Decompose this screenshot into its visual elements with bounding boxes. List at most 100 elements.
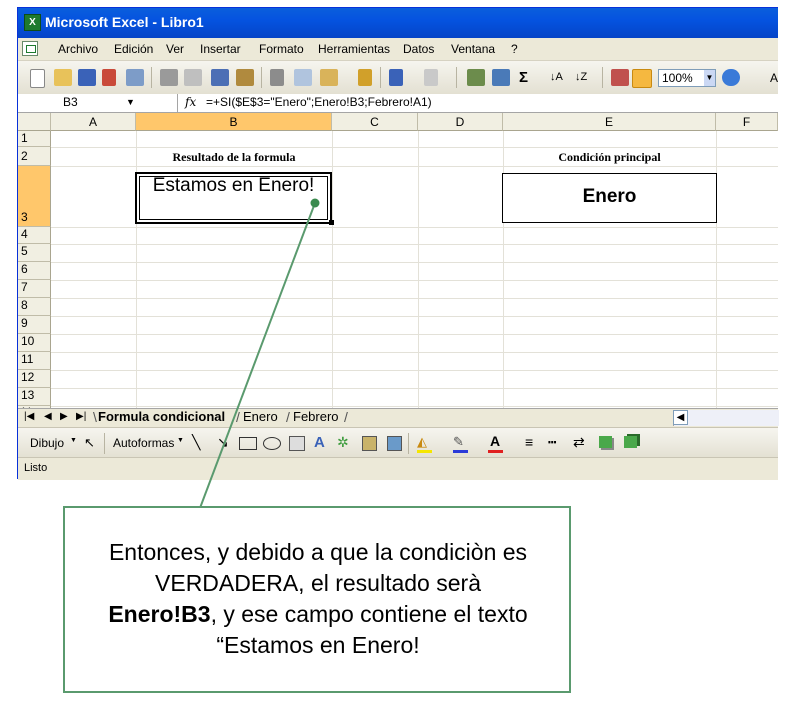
spelling-icon[interactable] [211,69,229,86]
line-style-icon[interactable]: ≡ [525,434,533,450]
chevron-down-icon[interactable]: ▼ [704,70,715,86]
arrow-icon[interactable]: ↘ [217,434,229,451]
email-icon[interactable] [126,69,144,86]
row-header-7[interactable]: 7 [18,280,51,298]
permission-icon[interactable] [102,69,116,86]
row-header-3[interactable]: 3 [18,166,51,227]
separator [261,67,262,88]
sort-ascending-icon[interactable]: ↓A [550,69,568,86]
formula-input[interactable]: =+SI($E$3="Enero";Enero!B3;Febrero!A1) [206,95,432,109]
prev-sheet-icon[interactable]: ◀ [44,411,52,422]
new-icon[interactable] [30,69,45,88]
row-header-12[interactable]: 12 [18,370,51,388]
row-header-10[interactable]: 10 [18,334,51,352]
cell-e2[interactable]: Condición principal [503,150,716,165]
next-sheet-icon[interactable]: ▶ [60,411,68,422]
row-header-13[interactable]: 13 [18,388,51,406]
autosum-icon[interactable]: Σ [519,69,537,86]
horizontal-scrollbar[interactable] [673,410,779,426]
callout-line-3-rest: , y ese campo contiene el texto [210,601,528,627]
menu-ventana[interactable]: Ventana [451,42,495,56]
menu-formato[interactable]: Formato [259,42,304,56]
line-color-icon[interactable]: ✎ [453,434,464,450]
row-header-1[interactable]: 1 [18,131,51,147]
scroll-left-icon[interactable]: ◀ [673,410,688,425]
paste-icon[interactable] [320,69,338,86]
first-sheet-icon[interactable]: |◀ [24,411,34,422]
open-icon[interactable] [54,69,72,86]
row-header-6[interactable]: 6 [18,262,51,280]
menu-ver[interactable]: Ver [166,42,184,56]
copy-icon[interactable] [294,69,312,86]
redo-icon[interactable] [424,69,438,86]
menu-edicion[interactable]: Edición [114,42,153,56]
rectangle-icon[interactable] [239,437,257,450]
drawing-icon[interactable] [632,69,652,88]
menu-datos[interactable]: Datos [403,42,434,56]
autoshapes-menu-button[interactable]: Autoformas [113,436,174,450]
hyperlink-icon[interactable] [467,69,485,86]
arrow-style-icon[interactable]: ⇄ [573,434,585,451]
select-all-corner[interactable] [18,113,51,131]
menu-insertar[interactable]: Insertar [200,42,241,56]
row-header-9[interactable]: 9 [18,316,51,334]
cell-b3[interactable]: Estamos en Enero! [137,173,330,198]
chart-wizard-icon[interactable] [611,69,629,86]
gridline [51,370,778,371]
column-header-d[interactable]: D [418,113,503,131]
fill-color-icon[interactable]: ◭ [417,434,427,450]
row-header-4[interactable]: 4 [18,227,51,244]
insert-function-icon[interactable]: fx [185,95,196,109]
3d-style-icon[interactable] [624,436,637,448]
tab-formula-condicional[interactable]: Formula condicional [98,409,225,424]
column-header-e[interactable]: E [503,113,716,131]
menu-archivo[interactable]: Archivo [58,42,98,56]
font-color-icon[interactable]: A [490,433,500,449]
cell-b2[interactable]: Resultado de la formula [136,150,332,165]
shadow-style-icon[interactable] [599,436,612,448]
tab-febrero[interactable]: Febrero [293,409,339,424]
name-box[interactable]: B3 ▼ [18,94,178,112]
menu-herramientas[interactable]: Herramientas [318,42,390,56]
menu-help[interactable]: ? [511,42,518,56]
format-painter-icon[interactable] [358,69,372,86]
text-box-icon[interactable] [289,436,305,451]
picture-icon[interactable] [387,436,402,451]
draw-menu-button[interactable]: Dibujo [30,436,64,450]
line-icon[interactable]: ╲ [192,434,200,451]
font-box[interactable]: A [770,71,778,85]
cell-e3[interactable]: Enero [502,186,717,208]
chevron-down-icon[interactable]: ▼ [177,437,184,444]
standard-toolbar: Σ ↓A ↓Z 100% ▼ A [18,61,778,95]
row-header-2[interactable]: 2 [18,147,51,166]
row-header-5[interactable]: 5 [18,244,51,262]
wordart-icon[interactable]: A [314,434,325,451]
oval-icon[interactable] [263,437,281,450]
dash-style-icon[interactable]: ┅ [548,434,556,451]
last-sheet-icon[interactable]: ▶| [76,411,86,422]
print-icon[interactable] [160,69,178,86]
select-objects-icon[interactable]: ↖ [84,435,95,451]
column-header-c[interactable]: C [332,113,418,131]
research-icon[interactable] [236,69,254,86]
fill-handle[interactable] [329,220,334,225]
column-header-a[interactable]: A [51,113,136,131]
cut-icon[interactable] [270,69,284,86]
save-icon[interactable] [78,69,96,86]
row-header-8[interactable]: 8 [18,298,51,316]
column-header-b[interactable]: B [136,113,332,131]
clip-art-icon[interactable] [362,436,377,451]
column-header-f[interactable]: F [716,113,778,131]
undo-icon[interactable] [389,69,403,86]
workbook-icon[interactable] [22,41,38,56]
row-header-11[interactable]: 11 [18,352,51,370]
sort-descending-icon[interactable]: ↓Z [575,69,593,86]
diagram-icon[interactable]: ✲ [337,434,349,451]
tab-enero[interactable]: Enero [243,409,278,424]
chevron-down-icon[interactable]: ▼ [70,437,77,444]
chevron-down-icon[interactable]: ▼ [126,97,135,107]
chat-icon[interactable] [492,69,510,86]
print-preview-icon[interactable] [184,69,202,86]
worksheet-grid[interactable]: A B C D E F 1 2 3 4 5 6 7 8 9 10 11 12 1… [18,113,778,408]
help-icon[interactable] [722,69,740,86]
